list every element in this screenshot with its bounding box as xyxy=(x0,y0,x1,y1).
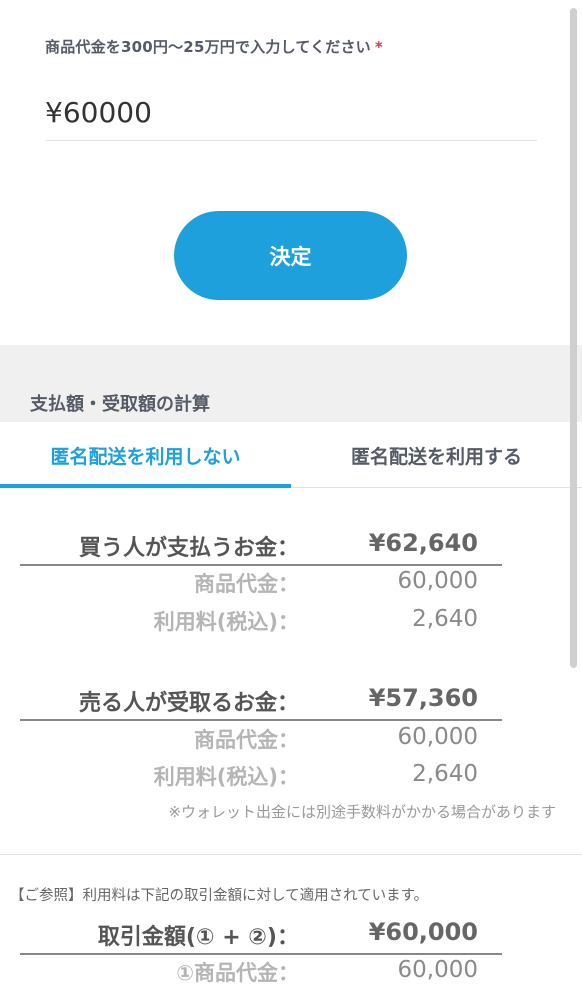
seller-fee-value: 2,640 xyxy=(412,761,478,787)
buyer-fee-label: 利用料(税込)： xyxy=(153,610,299,634)
seller-receives-total: ¥57,360 xyxy=(368,684,478,712)
seller-item-price-label: 商品代金： xyxy=(194,728,299,752)
buyer-fee-value: 2,640 xyxy=(412,606,478,632)
reference-item-price-value: 60,000 xyxy=(397,957,478,983)
scrollbar-thumb[interactable] xyxy=(570,8,577,668)
seller-divider xyxy=(20,719,502,721)
price-form-section: 商品代金を300円〜25万円で入力してください* 決定 xyxy=(0,0,582,345)
price-field-label-text: 商品代金を300円〜25万円で入力してください xyxy=(45,38,371,56)
reference-item-price-label: ①商品代金： xyxy=(176,961,299,985)
transaction-amount-total: ¥60,000 xyxy=(368,918,478,946)
decide-button[interactable]: 決定 xyxy=(174,211,407,300)
tab-anonymous-shipping[interactable]: 匿名配送を利用する xyxy=(291,422,582,488)
price-field-label: 商品代金を300円〜25万円で入力してください * xyxy=(45,36,383,57)
buyer-item-price-label: 商品代金： xyxy=(194,572,299,596)
price-input[interactable] xyxy=(45,86,537,138)
seller-item-price-value: 60,000 xyxy=(397,724,478,750)
buyer-pays-total: ¥62,640 xyxy=(368,529,478,557)
active-tab-indicator xyxy=(0,484,291,488)
reference-note: 【ご参照】利用料は下記の取引金額に対して適用されています。 xyxy=(10,888,429,904)
tab-no-anonymous-shipping[interactable]: 匿名配送を利用しない xyxy=(0,422,291,488)
calc-section-title: 支払額・受取額の計算 xyxy=(30,394,210,415)
seller-receives-label: 売る人が受取るお金： xyxy=(78,691,299,716)
seller-fee-label: 利用料(税込)： xyxy=(153,765,299,789)
buyer-divider xyxy=(20,564,502,566)
shipping-tab-bar: 匿名配送を利用しない 匿名配送を利用する xyxy=(0,422,582,488)
input-underline xyxy=(45,140,537,141)
wallet-fee-note: ※ウォレット出金には別途手数料がかかる場合があります xyxy=(168,803,556,821)
buyer-item-price-value: 60,000 xyxy=(397,568,478,594)
transaction-amount-label: 取引金額(① + ②)： xyxy=(97,925,299,950)
buyer-pays-label: 買う人が支払うお金： xyxy=(78,536,299,561)
transaction-divider xyxy=(20,953,502,955)
section-separator xyxy=(0,854,582,855)
required-mark: * xyxy=(374,38,383,56)
